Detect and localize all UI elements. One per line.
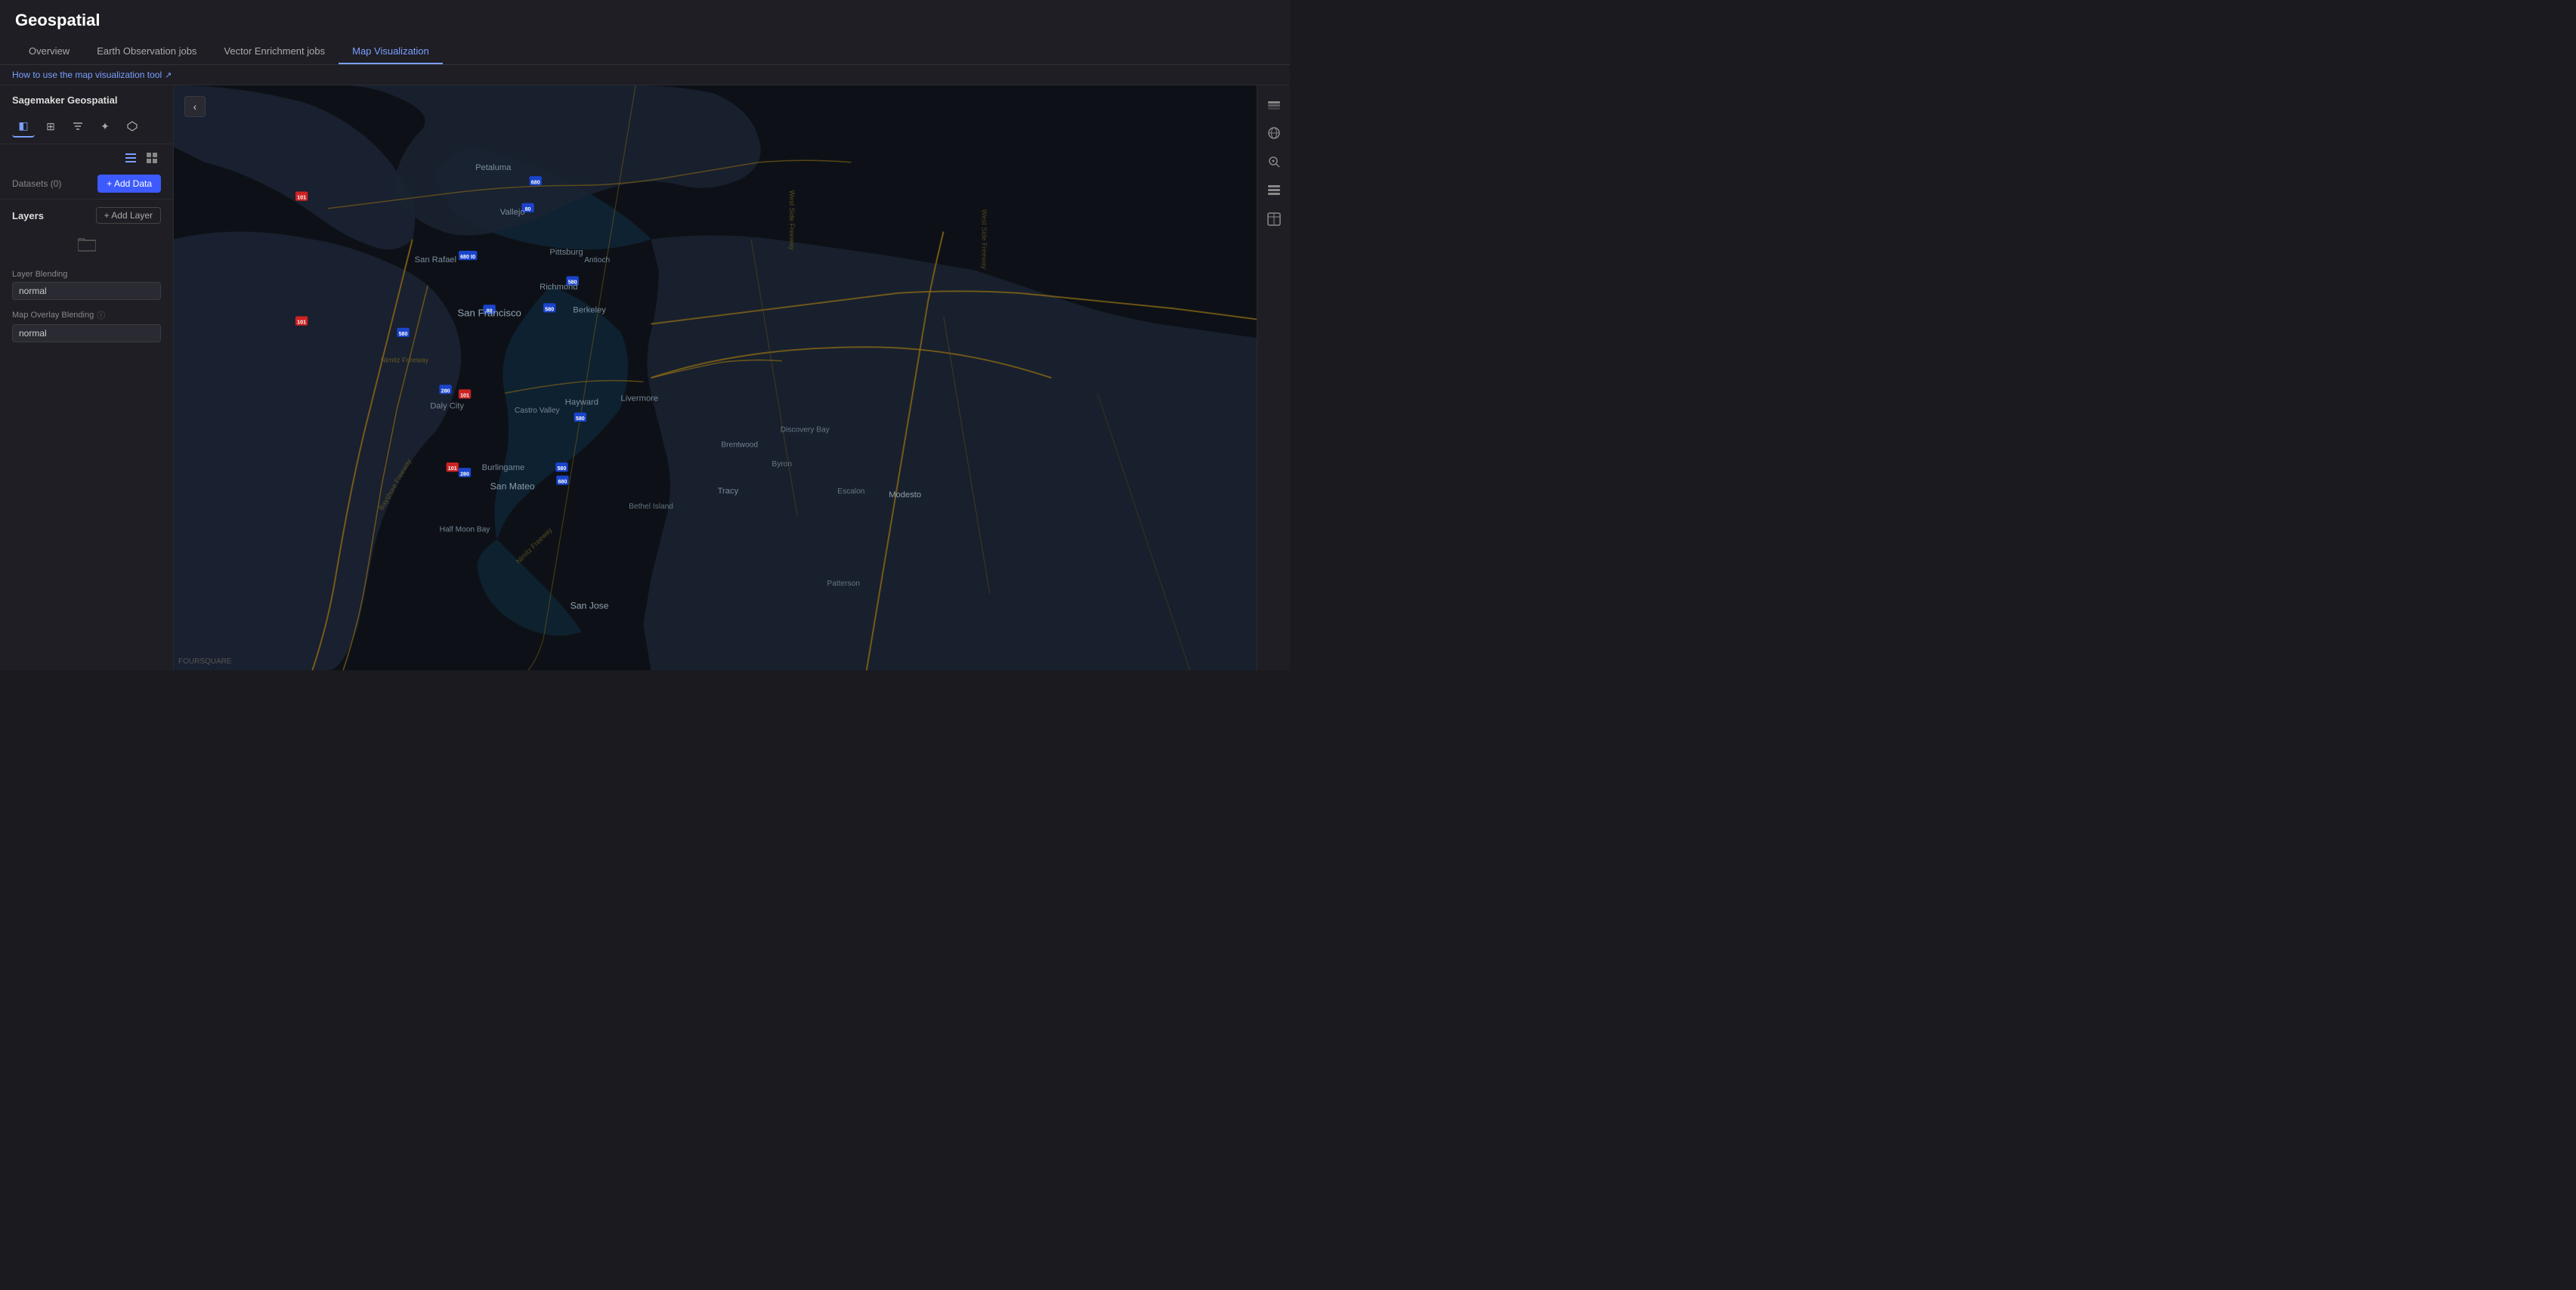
tab-map-visualization[interactable]: Map Visualization bbox=[339, 39, 443, 64]
sidebar-icon-bar: ◧ ⊞ ✦ bbox=[0, 112, 173, 144]
filter-icon-btn[interactable] bbox=[66, 115, 89, 138]
tab-earth-observation[interactable]: Earth Observation jobs bbox=[83, 39, 210, 64]
svg-text:580: 580 bbox=[557, 466, 566, 472]
map-overlay-blending-select[interactable]: normal multiply screen overlay bbox=[12, 324, 161, 342]
svg-text:Berkeley: Berkeley bbox=[573, 305, 606, 314]
svg-text:Nimitz Freeway: Nimitz Freeway bbox=[381, 357, 429, 364]
grid-icon-btn[interactable]: ⊞ bbox=[39, 115, 62, 138]
svg-text:Antioch: Antioch bbox=[584, 256, 610, 264]
svg-text:Escalon: Escalon bbox=[837, 487, 864, 496]
map-area[interactable]: ‹ bbox=[174, 85, 1290, 670]
svg-text:580: 580 bbox=[545, 306, 554, 312]
sidebar-title: Sagemaker Geospatial bbox=[0, 85, 173, 112]
svg-text:West Side Freeway: West Side Freeway bbox=[981, 209, 988, 270]
external-link-icon: ↗ bbox=[165, 70, 172, 80]
svg-text:Livermore: Livermore bbox=[620, 394, 658, 404]
svg-text:80: 80 bbox=[525, 206, 531, 212]
blending-section: Layer Blending normal multiply screen ov… bbox=[0, 270, 173, 351]
svg-text:680: 680 bbox=[460, 254, 469, 260]
add-layer-button[interactable]: + Add Layer bbox=[96, 207, 161, 224]
svg-text:580: 580 bbox=[399, 331, 408, 337]
globe-button[interactable] bbox=[1261, 120, 1287, 146]
map-attribution: FOURSQUARE bbox=[178, 657, 232, 666]
svg-text:Patterson: Patterson bbox=[827, 580, 860, 588]
header: Geospatial Overview Earth Observation jo… bbox=[0, 0, 1290, 65]
layers-section: Layers + Add Layer bbox=[0, 199, 173, 270]
svg-text:Daly City: Daly City bbox=[430, 402, 464, 411]
svg-text:101: 101 bbox=[448, 466, 457, 472]
svg-text:Hayward: Hayward bbox=[565, 398, 598, 407]
layer-placeholder bbox=[12, 231, 161, 262]
table-view-button[interactable] bbox=[1261, 206, 1287, 232]
layer-blending-select[interactable]: normal multiply screen overlay bbox=[12, 282, 161, 300]
svg-text:Brentwood: Brentwood bbox=[721, 441, 758, 450]
collapse-sidebar-button[interactable]: ‹ bbox=[184, 96, 206, 117]
list-view-btn[interactable] bbox=[122, 149, 140, 167]
grid-view-btn[interactable] bbox=[143, 149, 161, 167]
tab-vector-enrichment[interactable]: Vector Enrichment jobs bbox=[210, 39, 339, 64]
svg-text:Bethel Island: Bethel Island bbox=[629, 503, 673, 511]
tab-overview[interactable]: Overview bbox=[15, 39, 83, 64]
svg-text:San Mateo: San Mateo bbox=[490, 481, 535, 492]
polygon-icon-btn[interactable] bbox=[121, 115, 144, 138]
datasets-header: Datasets (0) + Add Data bbox=[0, 172, 173, 199]
svg-text:Pittsburg: Pittsburg bbox=[549, 248, 583, 257]
svg-text:101: 101 bbox=[460, 392, 469, 398]
svg-text:Petaluma: Petaluma bbox=[475, 163, 512, 172]
sparkle-icon-btn[interactable]: ✦ bbox=[94, 115, 116, 138]
layers-icon-btn[interactable]: ◧ bbox=[12, 115, 35, 138]
svg-text:Richmond: Richmond bbox=[540, 283, 577, 292]
map-overlay-blending-label: Map Overlay Blending ⓘ bbox=[12, 309, 161, 321]
svg-text:680: 680 bbox=[531, 179, 540, 185]
info-bar-link[interactable]: How to use the map visualization tool bbox=[12, 70, 162, 80]
right-toolbar bbox=[1257, 85, 1290, 670]
layer-folder-icon bbox=[78, 237, 96, 256]
add-data-button[interactable]: + Add Data bbox=[97, 175, 161, 193]
svg-text:Vallejo: Vallejo bbox=[500, 208, 525, 217]
svg-text:San Francisco: San Francisco bbox=[457, 308, 521, 319]
svg-text:Burlingame: Burlingame bbox=[482, 463, 525, 472]
info-icon[interactable]: ⓘ bbox=[97, 309, 105, 321]
svg-text:101: 101 bbox=[297, 320, 306, 326]
layers-title: Layers bbox=[12, 210, 44, 221]
svg-text:Discovery Bay: Discovery Bay bbox=[781, 425, 830, 434]
map-canvas: 101 101 80 80 680 580 780 680 580 580 28… bbox=[174, 85, 1290, 670]
view-toggle bbox=[0, 144, 173, 172]
svg-text:Half Moon Bay: Half Moon Bay bbox=[440, 526, 491, 534]
list-view-button[interactable] bbox=[1261, 178, 1287, 203]
svg-text:580: 580 bbox=[576, 416, 585, 422]
layers-header: Layers + Add Layer bbox=[12, 207, 161, 224]
svg-text:Byron: Byron bbox=[772, 460, 792, 469]
layer-blending-label: Layer Blending bbox=[12, 270, 161, 279]
svg-text:Tracy: Tracy bbox=[718, 487, 739, 496]
tab-bar: Overview Earth Observation jobs Vector E… bbox=[15, 39, 1275, 64]
svg-text:Castro Valley: Castro Valley bbox=[515, 407, 561, 415]
svg-text:San Rafael: San Rafael bbox=[415, 255, 456, 264]
svg-text:San Jose: San Jose bbox=[571, 601, 609, 611]
sidebar: Sagemaker Geospatial ◧ ⊞ ✦ bbox=[0, 85, 174, 670]
svg-text:280: 280 bbox=[441, 388, 450, 394]
search-area-button[interactable] bbox=[1261, 149, 1287, 175]
svg-text:680: 680 bbox=[558, 479, 567, 485]
datasets-label: Datasets (0) bbox=[12, 178, 61, 189]
svg-text:Modesto: Modesto bbox=[889, 490, 921, 500]
svg-text:280: 280 bbox=[460, 471, 469, 477]
svg-text:West Side Freeway: West Side Freeway bbox=[788, 190, 796, 251]
info-bar: How to use the map visualization tool ↗ bbox=[0, 65, 1290, 85]
svg-text:101: 101 bbox=[297, 195, 306, 201]
main-content: Sagemaker Geospatial ◧ ⊞ ✦ bbox=[0, 85, 1290, 670]
map-layers-button[interactable] bbox=[1261, 91, 1287, 117]
app-title: Geospatial bbox=[15, 11, 1275, 30]
